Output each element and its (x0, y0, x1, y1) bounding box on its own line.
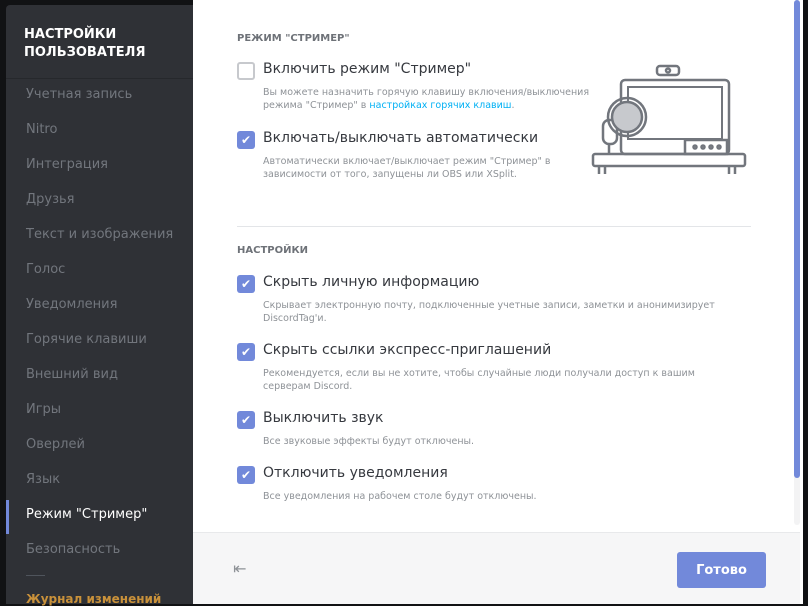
sidebar-item-appearance[interactable]: Внешний вид (26, 365, 118, 385)
checkbox-checked[interactable]: ✔ (237, 343, 255, 361)
sidebar-divider (6, 78, 193, 79)
option-description: Автоматически включает/выключает режим "… (263, 156, 551, 180)
option-label: Отключить уведомления (263, 465, 448, 481)
option-label: Включать/выключать автоматически (263, 130, 539, 146)
option-description: Рекомендуется, если вы не хотите, чтобы … (263, 368, 695, 392)
checkbox-checked[interactable]: ✔ (237, 466, 255, 484)
sidebar-separator (26, 575, 45, 576)
selected-indicator (6, 500, 9, 534)
sidebar-item-voice[interactable]: Голос (26, 260, 65, 280)
sidebar-item-keybinds[interactable]: Горячие клавиши (26, 330, 147, 350)
option-label: Включить режим "Стример" (263, 61, 472, 77)
streamer-illustration (591, 64, 747, 174)
sidebar-item-notifications[interactable]: Уведомления (26, 295, 117, 315)
sidebar-item-account[interactable]: Учетная запись (26, 85, 132, 105)
sidebar-item-games[interactable]: Игры (26, 400, 61, 420)
done-button[interactable]: Готово (677, 552, 766, 588)
sidebar-item-nitro[interactable]: Nitro (26, 120, 57, 140)
sidebar-item-text-images[interactable]: Текст и изображения (26, 225, 173, 245)
sidebar-title: НАСТРОЙКИ ПОЛЬЗОВАТЕЛЯ (24, 26, 145, 62)
option-label: Выключить звук (263, 410, 384, 426)
desc-end: . (511, 100, 515, 111)
checkbox-checked[interactable]: ✔ (237, 411, 255, 429)
option-label: Скрыть личную информацию (263, 274, 480, 290)
option-description: Вы можете назначить горячую клавишу вклю… (263, 86, 593, 112)
sidebar-title-line2: ПОЛЬЗОВАТЕЛЯ (24, 45, 146, 60)
sidebar-title-line1: НАСТРОЙКИ (24, 27, 117, 42)
option-description: Скрывает электронную почту, подключенные… (263, 300, 715, 324)
checkbox-unchecked[interactable] (237, 62, 255, 80)
option-label: Скрыть ссылки экспресс-приглашений (263, 342, 552, 358)
scrollbar-thumb[interactable] (794, 0, 800, 478)
sidebar-item-overlay[interactable]: Оверлей (26, 435, 85, 455)
footer: ⇤ Готово (193, 532, 800, 604)
section-heading-settings: НАСТРОЙКИ (237, 245, 309, 256)
checkbox-checked[interactable]: ✔ (237, 131, 255, 149)
settings-sidebar: НАСТРОЙКИ ПОЛЬЗОВАТЕЛЯ Учетная запись Nit… (6, 5, 193, 606)
sidebar-item-friends[interactable]: Друзья (26, 190, 75, 210)
sidebar-item-language[interactable]: Язык (26, 470, 60, 490)
section-divider (237, 226, 751, 227)
option-description: Все звуковые эффекты будут отключены. (263, 436, 475, 447)
sidebar-item-integrations[interactable]: Интеграция (26, 155, 108, 175)
sidebar-item-streamer-mode[interactable]: Режим "Стример" (26, 505, 147, 525)
sidebar-item-security[interactable]: Безопасность (26, 540, 120, 560)
keybind-settings-link[interactable]: настройках горячих клавиш (369, 100, 511, 111)
option-description: Все уведомления на рабочем столе будут о… (263, 491, 537, 502)
settings-content: РЕЖИМ "СТРИМЕР" Включить режим "Стример"… (193, 0, 803, 604)
checkbox-checked[interactable]: ✔ (237, 275, 255, 293)
section-heading-streamer: РЕЖИМ "СТРИМЕР" (237, 33, 350, 44)
logout-icon[interactable]: ⇤ (233, 559, 246, 578)
